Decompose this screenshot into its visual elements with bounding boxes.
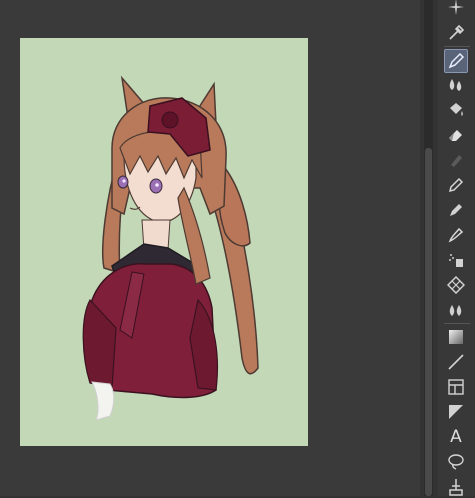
pencil-tool-icon[interactable] [445,174,467,196]
pen-tool-icon[interactable] [444,49,468,73]
toolbar-separator [444,323,470,324]
airbrush-tool-icon[interactable] [445,249,467,271]
pattern-tool-icon[interactable] [445,274,467,296]
vertical-scrollbar[interactable] [424,0,433,496]
ink-pen-tool-icon[interactable] [445,224,467,246]
scrollbar-thumb[interactable] [425,148,432,496]
eyedropper-tool-icon[interactable] [445,22,467,44]
fill-bucket-tool-icon[interactable] [445,99,467,121]
sparkle-tool-icon[interactable] [445,0,467,18]
marker-tool-icon[interactable] [445,199,467,221]
drawing-canvas[interactable] [20,38,308,446]
artwork-illustration [82,75,259,421]
toolbar-separator [444,46,470,47]
text-tool-glyph: A [450,427,462,447]
tool-palette: A [438,0,475,496]
watercolor-tool-icon[interactable] [445,299,467,321]
lasso-tool-icon[interactable] [445,451,467,473]
smudge-tool-icon[interactable] [445,149,467,171]
blend-drops-tool-icon[interactable] [445,74,467,96]
frame-tool-icon[interactable] [445,376,467,398]
gradient-tool-icon[interactable] [445,326,467,348]
move-tool-icon[interactable] [445,476,467,498]
text-tool-icon[interactable]: A [445,426,467,448]
ruler-tool-icon[interactable] [445,401,467,423]
canvas-workspace[interactable] [0,0,420,496]
eraser-tool-icon[interactable] [445,124,467,146]
line-tool-icon[interactable] [445,351,467,373]
